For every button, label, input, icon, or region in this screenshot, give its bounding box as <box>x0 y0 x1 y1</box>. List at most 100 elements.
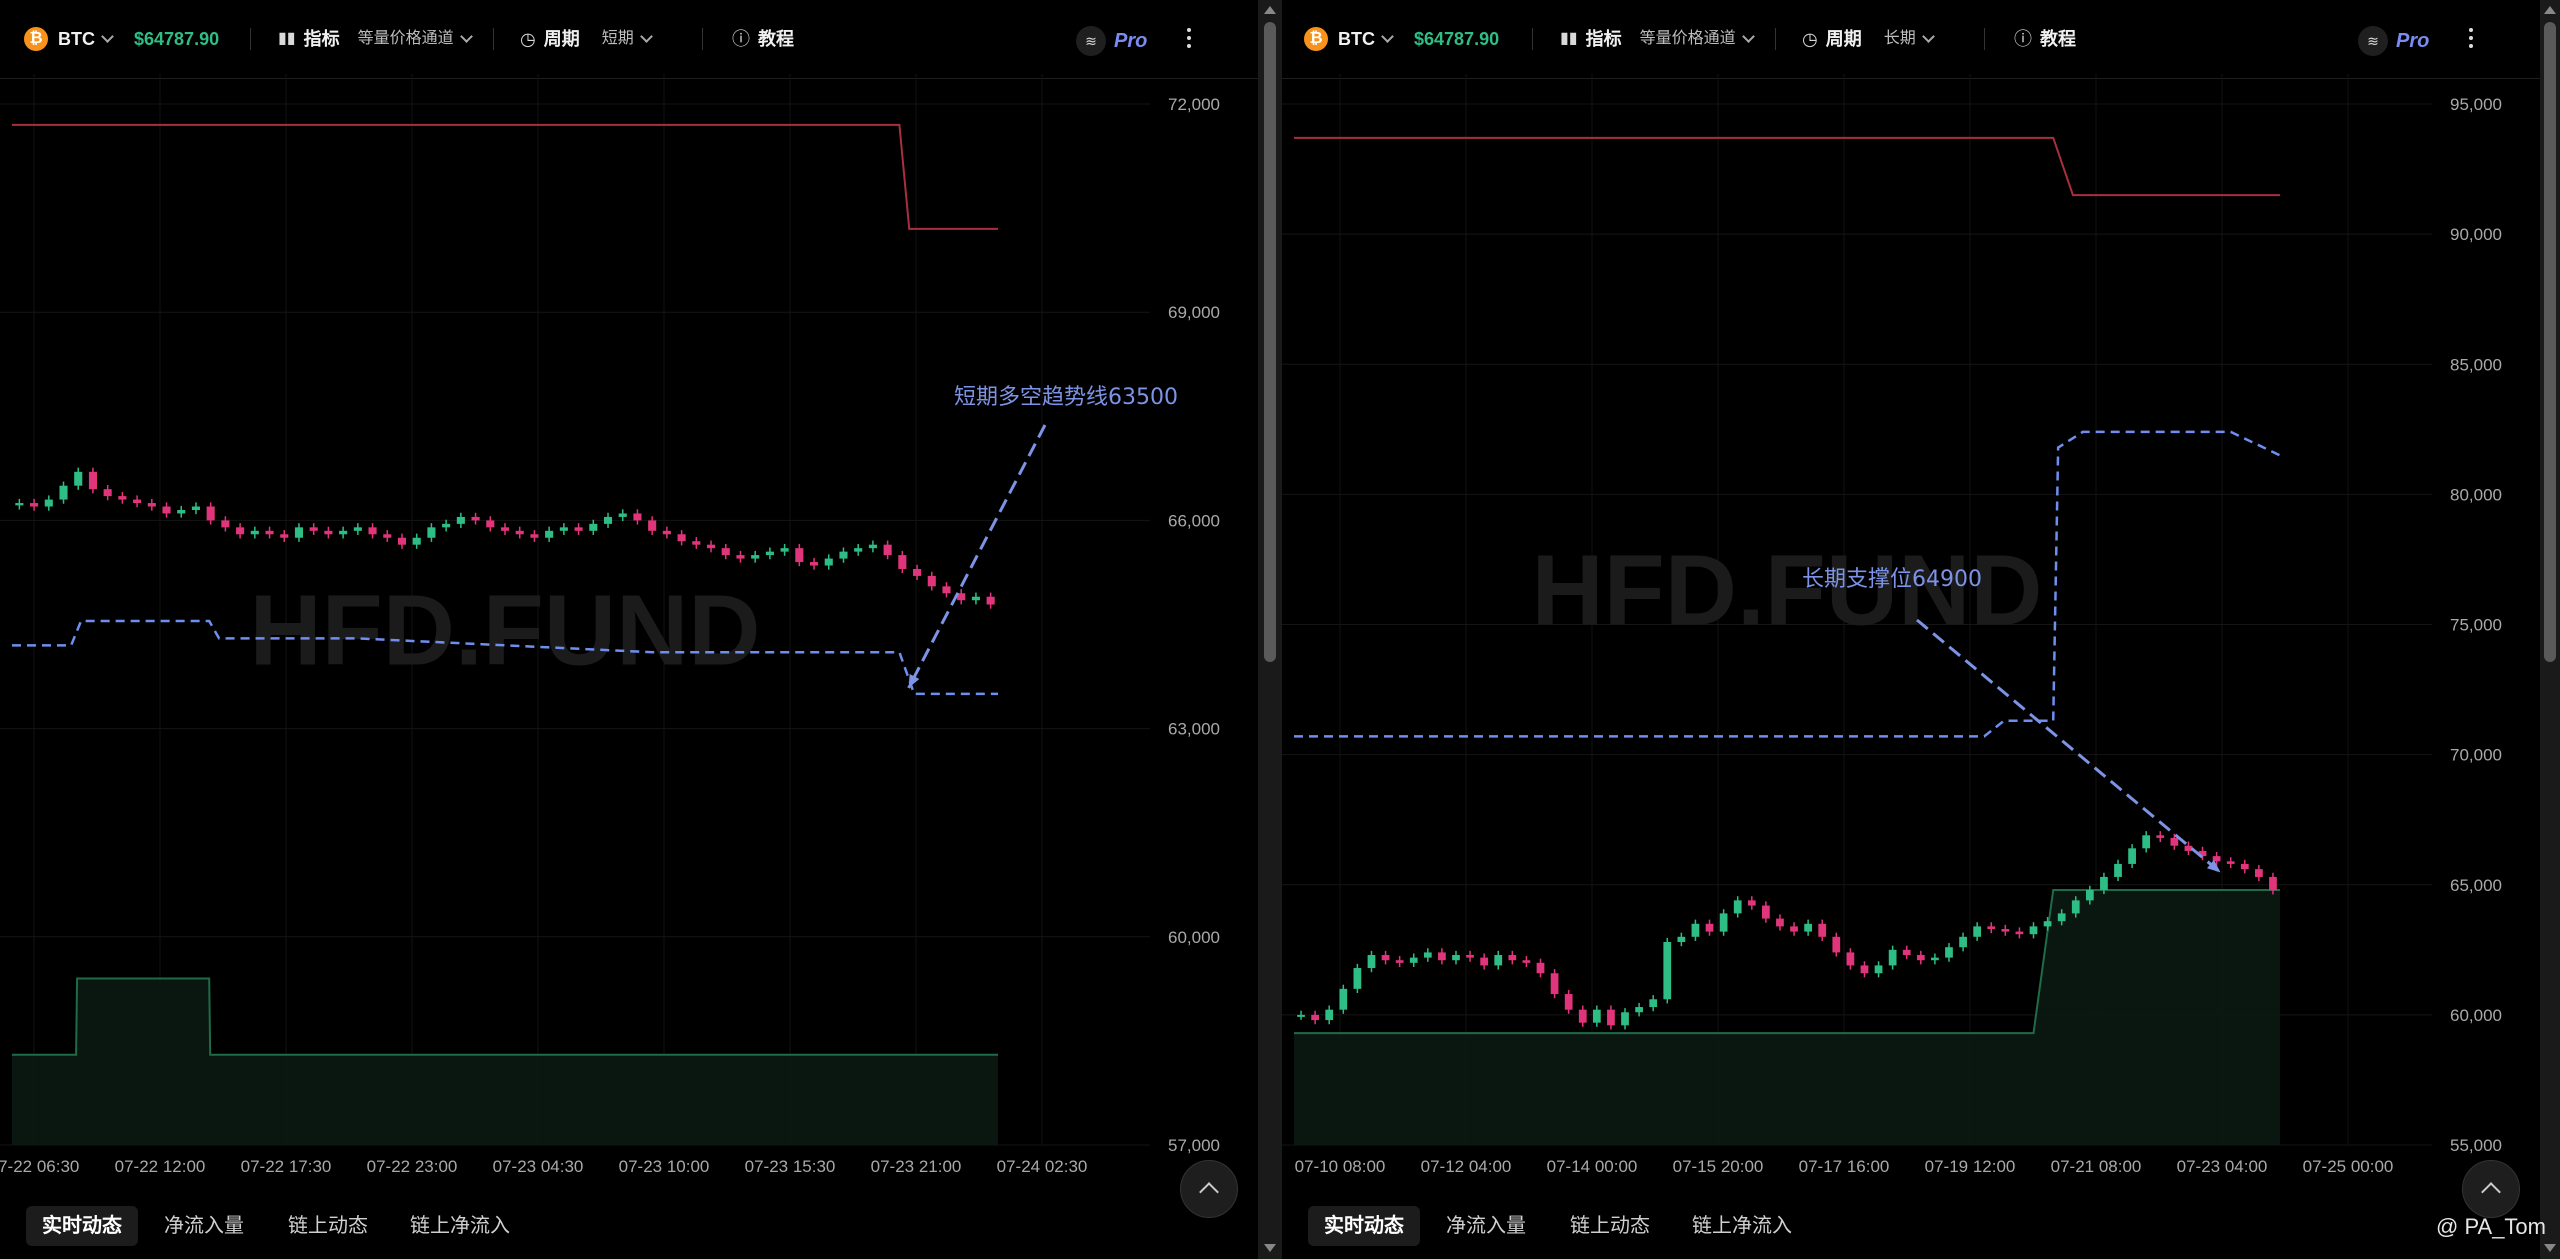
chevron-up-icon <box>1199 1182 1219 1202</box>
candle <box>2100 876 2108 890</box>
scroll-up-arrow-icon[interactable] <box>2544 6 2556 14</box>
scroll-thumb[interactable] <box>2544 22 2556 662</box>
scroll-down-arrow-icon[interactable] <box>1264 1244 1276 1252</box>
candle <box>1663 942 1672 1000</box>
scroll-top-button[interactable] <box>2462 1160 2520 1218</box>
x-tick-label: 07-22 06:30 <box>0 1157 79 1176</box>
scroll-top-button[interactable] <box>1180 1160 1238 1218</box>
candle <box>88 471 97 490</box>
x-tick-label: 07-24 02:30 <box>997 1157 1088 1176</box>
candle <box>677 534 686 542</box>
candle <box>103 489 112 497</box>
candle <box>751 555 760 559</box>
scroll-down-arrow-icon[interactable] <box>2544 1244 2556 1252</box>
price-chart-short[interactable]: 72,000 69,000 66,000 63,000 60,000 57,000 07-2… <box>0 0 1258 1196</box>
candle <box>1747 900 1756 906</box>
candle <box>2071 900 2080 914</box>
candle <box>1311 1014 1320 1021</box>
candle <box>1395 960 1404 963</box>
candle <box>1691 923 1700 937</box>
credit-watermark: @ PA_Tom <box>2436 1214 2546 1239</box>
tab-onchain[interactable]: 链上动态 <box>1554 1206 1666 1246</box>
candle <box>1536 962 1545 974</box>
candle <box>1339 988 1348 1010</box>
y-tick-label: 95,000 <box>2450 95 2502 114</box>
candle <box>2057 913 2066 922</box>
candle <box>574 527 583 531</box>
candle <box>868 544 877 549</box>
candle <box>809 562 819 566</box>
candle <box>2128 848 2136 864</box>
candle <box>1818 923 1827 937</box>
candle <box>1902 949 1911 956</box>
candle <box>986 596 995 605</box>
tab-realtime[interactable]: 实时动态 <box>1308 1206 1420 1246</box>
candle <box>1761 905 1770 919</box>
candle <box>1719 913 1728 932</box>
candle <box>118 496 127 500</box>
candle <box>1635 1007 1643 1013</box>
y-tick-label: 80,000 <box>2450 485 2502 504</box>
support-zone-fill <box>1294 889 2280 1145</box>
annotation-arrow <box>907 424 1047 689</box>
tab-net-inflow[interactable]: 净流入量 <box>1430 1206 1542 1246</box>
candle <box>530 534 539 538</box>
scroll-thumb[interactable] <box>1264 22 1276 662</box>
tab-onchain-net-inflow[interactable]: 链上净流入 <box>394 1206 526 1246</box>
y-tick-label: 75,000 <box>2450 616 2502 635</box>
candle <box>2226 861 2235 864</box>
candle <box>824 558 833 566</box>
scrollbar-right[interactable] <box>2540 0 2560 1259</box>
candle <box>883 544 892 556</box>
candle <box>2015 931 2024 935</box>
tab-realtime[interactable]: 实时动态 <box>26 1206 138 1246</box>
tab-onchain[interactable]: 链上动态 <box>272 1206 384 1246</box>
candle <box>147 503 156 507</box>
candle <box>1297 1014 1305 1017</box>
candle <box>353 527 362 531</box>
candle <box>1888 949 1897 966</box>
candle <box>397 537 407 545</box>
candle <box>692 541 701 545</box>
candle <box>206 506 215 521</box>
candle <box>2142 835 2151 849</box>
x-tick-label: 07-23 04:00 <box>2177 1157 2268 1176</box>
candle <box>368 527 377 535</box>
candle <box>221 520 230 528</box>
candle <box>736 555 745 559</box>
y-tick-label: 55,000 <box>2450 1136 2502 1155</box>
scrollbar-left[interactable] <box>1258 0 1282 1259</box>
x-tick-label: 07-21 08:00 <box>2051 1157 2142 1176</box>
y-tick-label: 70,000 <box>2450 746 2502 765</box>
price-chart-long[interactable]: 95,000 90,000 85,000 80,000 75,000 70,000 65,0… <box>1282 0 2540 1196</box>
candle <box>780 548 789 552</box>
candle <box>2156 835 2165 838</box>
tab-net-inflow[interactable]: 净流入量 <box>148 1206 260 1246</box>
x-tick-label: 07-23 04:30 <box>493 1157 584 1176</box>
candle <box>898 555 907 569</box>
candle <box>1973 926 1982 937</box>
candle <box>942 586 951 594</box>
candle <box>1874 965 1883 974</box>
candle <box>339 530 348 535</box>
upper-channel-line <box>1294 136 2280 197</box>
candle <box>1776 918 1784 927</box>
candle <box>2114 863 2122 877</box>
candle <box>2240 863 2249 870</box>
candle <box>1607 1009 1615 1026</box>
candle <box>1592 1009 1601 1023</box>
tab-onchain-net-inflow[interactable]: 链上净流入 <box>1676 1206 1808 1246</box>
y-tick-label: 60,000 <box>2450 1006 2502 1025</box>
candle <box>1480 957 1489 966</box>
candle <box>2001 928 2010 932</box>
candle <box>1790 926 1798 932</box>
candle <box>603 516 613 524</box>
candle <box>633 513 642 521</box>
candle <box>1550 973 1559 995</box>
scroll-up-arrow-icon[interactable] <box>1264 6 1276 14</box>
candle <box>589 523 598 531</box>
candle <box>765 551 774 556</box>
candle <box>913 568 922 576</box>
chart-panel-long: ₿ BTC $64787.90 ▮▮ 指标 等量价格通道 ◷ 周期 长期 ⓘ 教… <box>1282 0 2540 1259</box>
candle <box>1325 1009 1334 1021</box>
